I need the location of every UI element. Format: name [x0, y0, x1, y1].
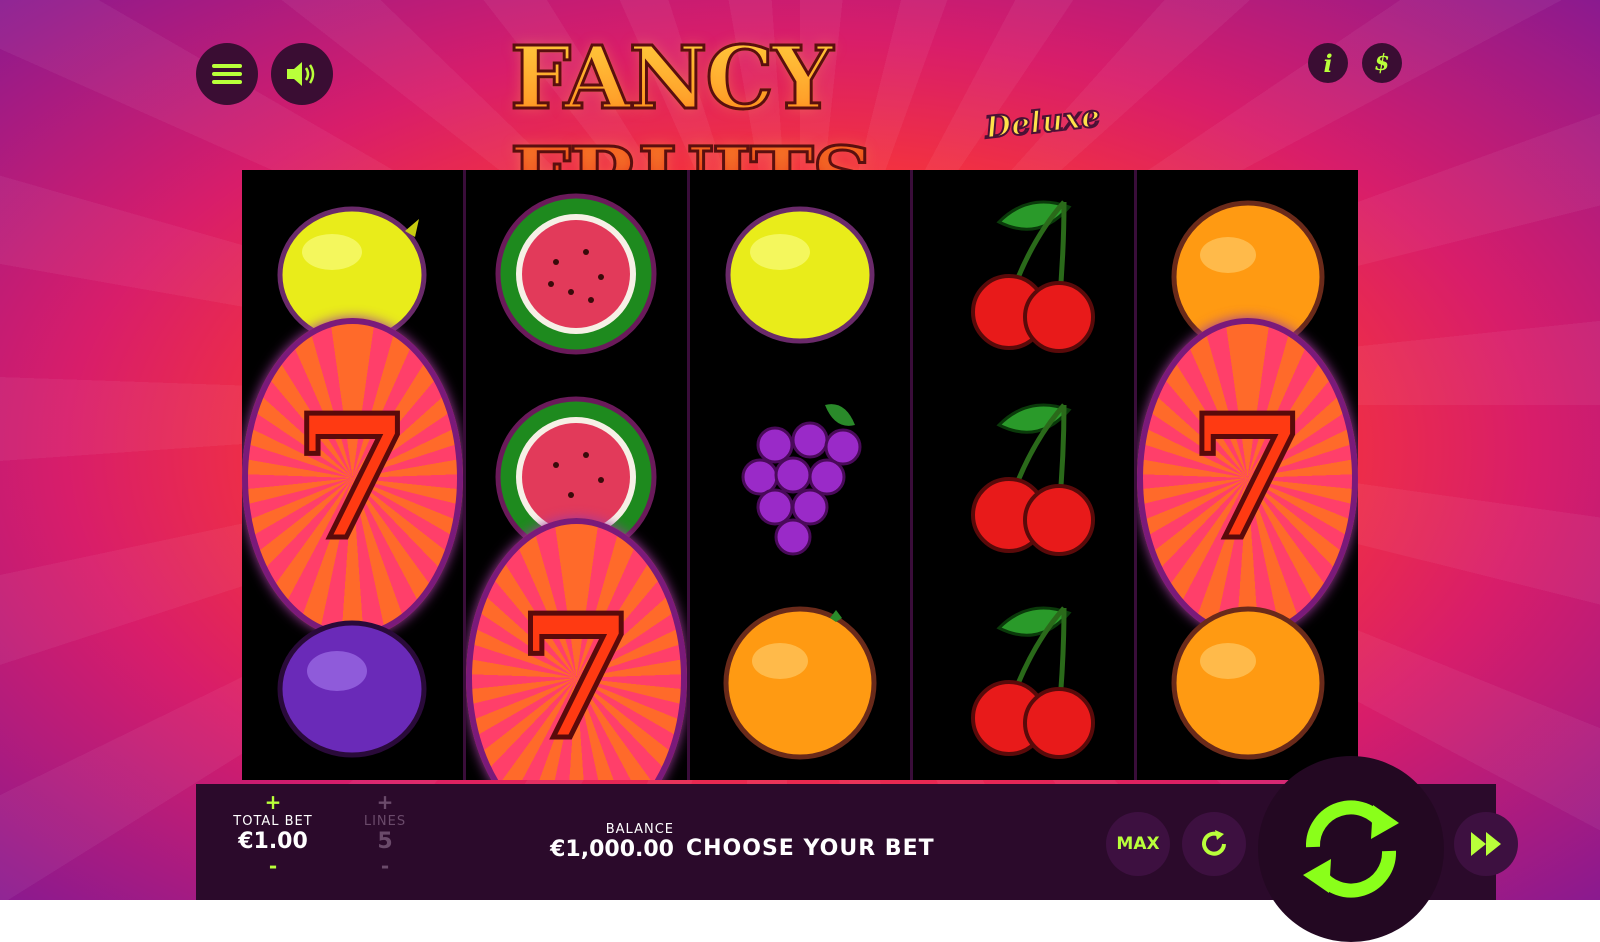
reel-2: 7: [465, 170, 690, 780]
orange-icon: [1171, 606, 1325, 759]
balance-display: BALANCE €1,000.00: [524, 822, 674, 862]
info-button[interactable]: i: [1308, 43, 1348, 83]
symbol-orange: [690, 576, 911, 779]
spin-icon: [1303, 800, 1399, 898]
bet-increase-button[interactable]: +: [228, 790, 318, 814]
game-logo: FANCY FRUITS Deluxe: [480, 27, 1120, 232]
balance-value: €1,000.00: [550, 837, 674, 862]
symbol-lemon: [690, 170, 911, 373]
seven-icon: 7: [1186, 378, 1309, 578]
total-bet-label: TOTAL BET: [233, 814, 313, 829]
status-message: CHOOSE YOUR BET: [686, 836, 935, 861]
symbol-watermelon: [466, 170, 687, 373]
grapes-icon: [741, 403, 862, 555]
symbol-plum: [242, 576, 463, 779]
menu-button[interactable]: [196, 43, 258, 105]
lemon-icon: [725, 206, 875, 343]
max-bet-label: MAX: [1116, 834, 1160, 854]
reel-4: [913, 170, 1138, 780]
turbo-button[interactable]: [1454, 812, 1518, 876]
symbol-cherries: [913, 373, 1134, 576]
reel-1: 7: [242, 170, 466, 780]
reel-5: 7: [1137, 170, 1358, 780]
symbol-orange: [1137, 576, 1358, 779]
paytable-icon: $: [1374, 50, 1390, 76]
seven-icon: 7: [515, 578, 638, 778]
sound-button[interactable]: [271, 43, 333, 105]
symbol-cherries: [913, 576, 1134, 779]
info-icon: i: [1323, 48, 1333, 78]
symbol-seven: 7: [465, 518, 687, 780]
cherries-icon: [970, 199, 1095, 353]
spin-button[interactable]: [1258, 756, 1444, 942]
fast-forward-icon: [1471, 832, 1501, 856]
plum-icon: [277, 620, 427, 757]
total-bet-control: + TOTAL BET €1.00 -: [228, 790, 318, 878]
lines-control: + LINES 5 -: [350, 790, 420, 878]
max-bet-button[interactable]: MAX: [1106, 812, 1170, 876]
total-bet-value: €1.00: [238, 829, 308, 854]
watermelon-icon: [495, 193, 657, 354]
lines-value: 5: [377, 829, 393, 854]
cherries-icon: [970, 605, 1095, 759]
seven-icon: 7: [291, 378, 414, 578]
hamburger-menu-icon: [212, 64, 242, 84]
lines-increase-button[interactable]: +: [350, 790, 420, 814]
reel-3: [689, 170, 914, 780]
paytable-button[interactable]: $: [1362, 43, 1402, 83]
bet-decrease-button[interactable]: -: [228, 854, 318, 878]
balance-label: BALANCE: [605, 822, 674, 837]
cherries-icon: [970, 402, 1095, 556]
orange-icon: [723, 606, 877, 759]
reels-area: 7 7 7: [242, 170, 1358, 780]
symbol-grapes: [690, 373, 911, 576]
symbol-cherries: [913, 170, 1134, 373]
speaker-icon: [287, 62, 315, 86]
lines-label: LINES: [363, 814, 407, 829]
lines-decrease-button[interactable]: -: [350, 854, 420, 878]
autoplay-button[interactable]: [1182, 812, 1246, 876]
autoplay-icon: [1202, 830, 1226, 856]
